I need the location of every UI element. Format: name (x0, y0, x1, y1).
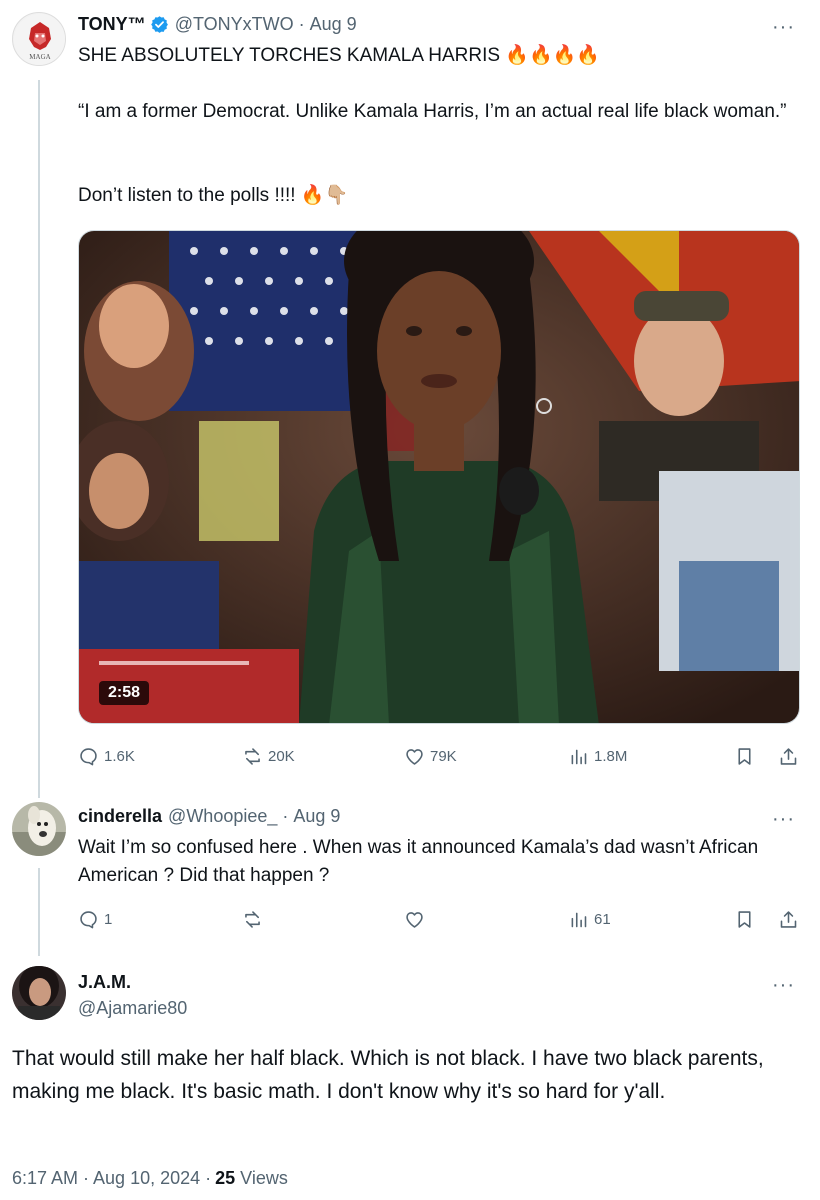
share-icon (780, 748, 797, 765)
bookmark-button[interactable] (734, 909, 760, 930)
like-icon (406, 912, 423, 928)
reply-button[interactable]: 1.6K (78, 746, 135, 767)
views-button[interactable]: 1.8M (568, 746, 627, 767)
post3-meta: 6:17 AM · Aug 10, 2024 · 25 Views (12, 1168, 288, 1189)
post3-handle-row: @Ajamarie80 (78, 998, 187, 1019)
bookmark-button[interactable] (734, 746, 760, 767)
like-count: 79K (430, 748, 457, 765)
avatar-tony[interactable]: MAGA (12, 12, 66, 66)
avatar-jam[interactable] (12, 966, 66, 1020)
separator: · (282, 806, 289, 826)
author-handle[interactable]: @Ajamarie80 (78, 998, 187, 1019)
video-player[interactable]: 2:58 (78, 230, 800, 724)
verified-badge-icon (150, 16, 168, 33)
bookmark-icon (738, 911, 751, 928)
like-icon (406, 749, 423, 765)
author-handle[interactable]: @TONYxTWO (175, 14, 294, 35)
post1-line3: Don’t listen to the polls !!!! 🔥👇🏼 (78, 185, 349, 206)
post1-header: TONY™ @TONYxTWO · Aug 9 (78, 14, 357, 35)
views-count: 61 (594, 911, 611, 928)
views-icon (571, 749, 587, 765)
user-avatar-icon (12, 966, 66, 1020)
author-name[interactable]: TONY™ (78, 14, 146, 35)
post1-actions: 1.6K 20K 79K 1.8M (78, 746, 800, 770)
author-handle[interactable]: @Whoopiee_ (168, 806, 277, 827)
lion-logo-icon: MAGA (14, 14, 65, 65)
reply-count: 1 (104, 911, 113, 928)
separator: · (298, 14, 305, 34)
reply-icon (80, 748, 97, 766)
reply-count: 1.6K (104, 748, 135, 765)
author-name[interactable]: J.A.M. (78, 972, 131, 993)
thread-line-1 (38, 80, 40, 798)
thread-line-2 (38, 868, 40, 956)
reply-icon (80, 911, 97, 929)
views-icon (571, 912, 587, 928)
avatar-cinderella[interactable] (12, 802, 66, 856)
post2-actions: 1 61 (78, 909, 800, 933)
share-icon (780, 911, 797, 928)
repost-button[interactable]: 20K (242, 746, 295, 767)
more-icon[interactable]: ··· (772, 17, 795, 37)
share-button[interactable] (778, 746, 804, 767)
views-count: 25 (215, 1168, 236, 1188)
post-time[interactable]: Aug 9 (310, 14, 357, 35)
repost-count: 20K (268, 748, 295, 765)
author-name[interactable]: cinderella (78, 806, 162, 827)
post3-name-row: J.A.M. (78, 972, 131, 993)
video-duration: 2:58 (99, 681, 150, 705)
svg-text:MAGA: MAGA (29, 53, 50, 61)
video-thumbnail (79, 231, 799, 723)
share-button[interactable] (778, 909, 804, 930)
like-button[interactable] (404, 909, 430, 930)
post2-header: cinderella @Whoopiee_ · Aug 9 (78, 806, 340, 827)
views-count: 1.8M (594, 748, 628, 765)
post1-line1: SHE ABSOLUTELY TORCHES KAMALA HARRIS 🔥🔥🔥… (78, 45, 600, 66)
more-icon[interactable]: ··· (772, 975, 795, 995)
views-button[interactable]: 61 (568, 909, 611, 930)
dog-avatar-icon (12, 802, 66, 856)
post2-text: Wait I’m so confused here . When was it … (78, 837, 759, 886)
repost-button[interactable] (242, 909, 268, 930)
like-button[interactable]: 79K (404, 746, 457, 767)
post-time[interactable]: Aug 9 (293, 806, 340, 827)
post1-line2: “I am a former Democrat. Unlike Kamala H… (78, 101, 787, 122)
reply-button[interactable]: 1 (78, 909, 112, 930)
repost-icon (245, 748, 260, 765)
post-timestamp[interactable]: 6:17 AM · Aug 10, 2024 · (12, 1168, 211, 1189)
repost-icon (245, 911, 260, 928)
bookmark-icon (738, 748, 751, 765)
views-label: Views (235, 1168, 288, 1188)
more-icon[interactable]: ··· (772, 809, 795, 829)
post3-text: That would still make her half black. Wh… (12, 1047, 764, 1103)
